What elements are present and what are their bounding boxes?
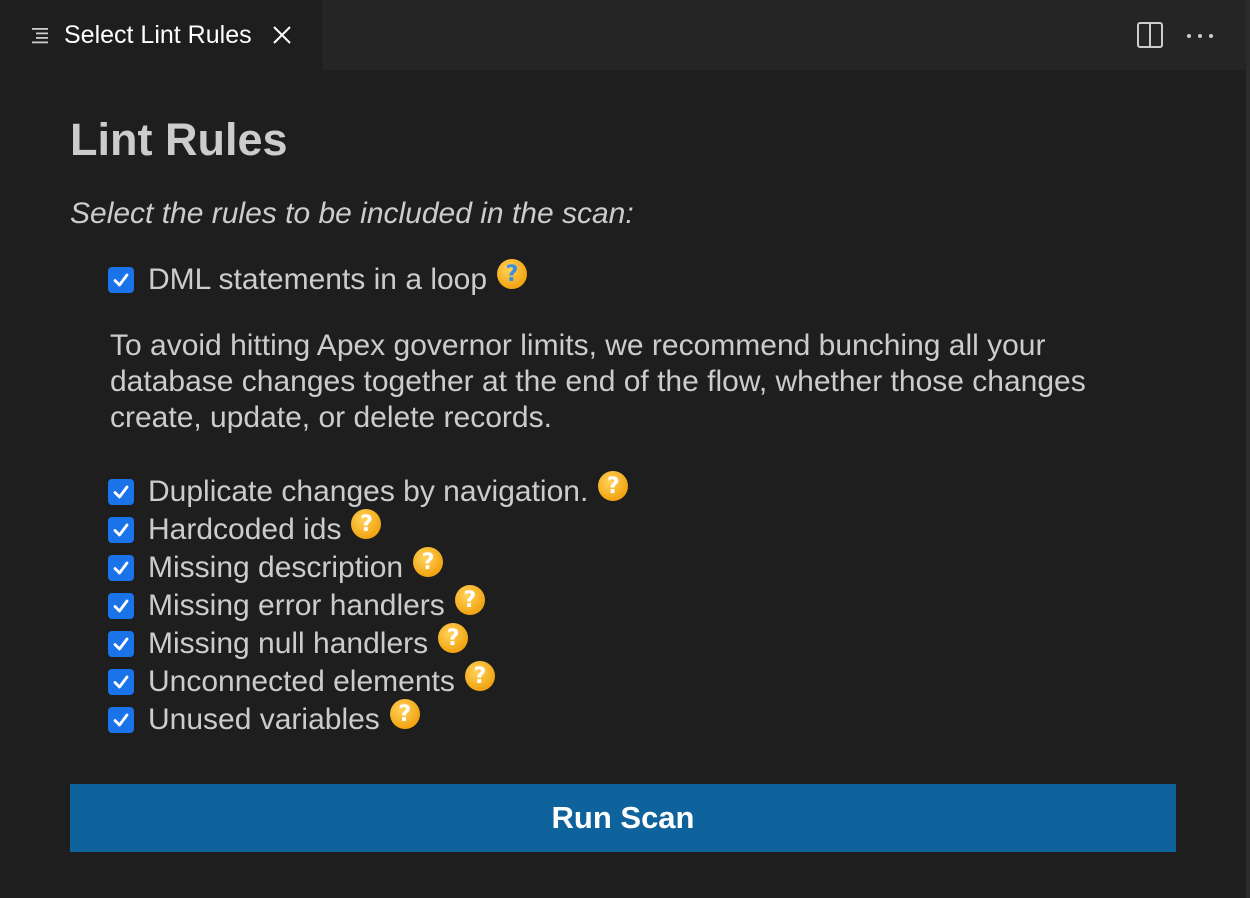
rule-label: Missing null handlers (148, 627, 429, 660)
instructions-text: Select the rules to be included in the s… (70, 197, 634, 230)
check-icon (113, 273, 129, 287)
rule-label: DML statements in a loop (148, 263, 488, 296)
help-icon[interactable]: ? (454, 585, 485, 615)
rule-checkbox[interactable] (108, 517, 134, 543)
rule-checkbox[interactable] (108, 707, 134, 733)
rule-label: Unused variables (148, 703, 380, 736)
tab-select-lint-rules[interactable]: Select Lint Rules (0, 0, 322, 70)
help-icon[interactable]: ? (497, 259, 528, 289)
rule-checkbox[interactable] (108, 669, 134, 695)
rule-label: Missing description (148, 551, 404, 584)
rule-item-hardcoded-ids[interactable]: Hardcoded ids ? (108, 509, 382, 548)
close-icon[interactable] (270, 23, 294, 47)
rule-checkbox[interactable] (108, 593, 134, 619)
rule-label: Hardcoded ids (148, 513, 342, 546)
check-icon (113, 561, 129, 575)
rule-label: Missing error handlers (148, 589, 445, 622)
check-icon (113, 599, 129, 613)
help-icon[interactable]: ? (438, 623, 469, 653)
help-icon[interactable]: ? (413, 547, 444, 577)
rule-item-dml-in-loop[interactable]: DML statements in a loop ? (108, 259, 528, 298)
rule-item-duplicate-changes[interactable]: Duplicate changes by navigation. ? (108, 471, 629, 510)
check-icon (113, 713, 129, 727)
rule-item-missing-description[interactable]: Missing description ? (108, 547, 444, 586)
check-icon (113, 485, 129, 499)
page-title: Lint Rules (70, 114, 288, 165)
help-icon[interactable]: ? (389, 699, 420, 729)
rule-checkbox[interactable] (108, 631, 134, 657)
rule-checkbox[interactable] (108, 555, 134, 581)
more-actions-icon[interactable] (1185, 21, 1215, 49)
help-icon[interactable]: ? (598, 471, 629, 501)
tab-bar: Select Lint Rules (0, 0, 1246, 70)
help-icon[interactable]: ? (351, 509, 382, 539)
check-icon (113, 675, 129, 689)
webview-content: Lint Rules Select the rules to be includ… (0, 70, 1246, 898)
window-border (1246, 0, 1250, 898)
preview-list-icon (32, 28, 48, 44)
editor-window: Select Lint Rules Lint Rules Select the … (0, 0, 1250, 898)
check-icon (113, 637, 129, 651)
rule-item-missing-error-handlers[interactable]: Missing error handlers ? (108, 585, 485, 624)
rule-label: Duplicate changes by navigation. (148, 475, 589, 508)
rule-description: To avoid hitting Apex governor limits, w… (110, 329, 1086, 434)
help-icon[interactable]: ? (464, 661, 495, 691)
rule-checkbox[interactable] (108, 479, 134, 505)
rule-item-unconnected-elements[interactable]: Unconnected elements ? (108, 661, 495, 700)
rule-item-unused-variables[interactable]: Unused variables ? (108, 699, 420, 738)
run-scan-button[interactable]: Run Scan (70, 784, 1176, 852)
split-editor-icon[interactable] (1136, 21, 1164, 49)
rule-label: Unconnected elements (148, 665, 455, 698)
rule-item-missing-null-handlers[interactable]: Missing null handlers ? (108, 623, 469, 662)
rule-checkbox[interactable] (108, 267, 134, 293)
check-icon (113, 523, 129, 537)
tab-label: Select Lint Rules (64, 20, 252, 49)
